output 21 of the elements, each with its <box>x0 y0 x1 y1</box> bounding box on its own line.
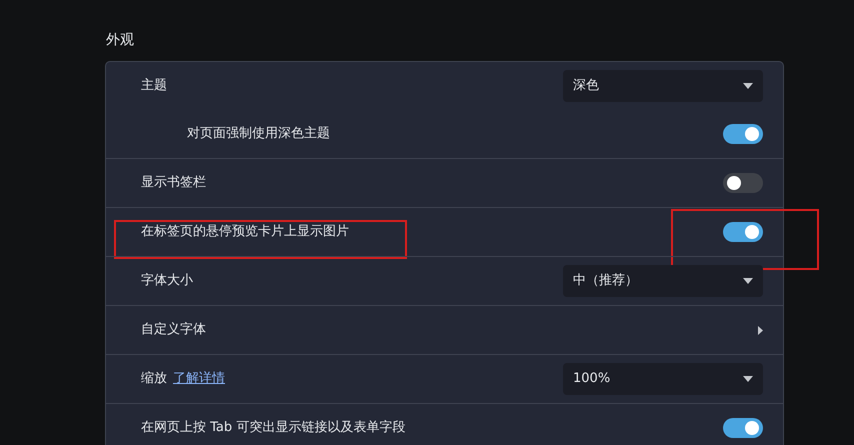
caret-icon <box>743 82 753 88</box>
setting-label: 自定义字体 <box>141 322 206 338</box>
setting-label: 字体大小 <box>141 273 193 288</box>
setting-label: 主题 <box>141 78 167 93</box>
section-title: 外观 <box>106 31 135 50</box>
setting-label: 在标签页的悬停预览卡片上显示图片 <box>141 224 349 240</box>
caret-icon <box>743 278 753 284</box>
dropdown-select[interactable]: 深色 <box>563 70 763 102</box>
toggle-switch[interactable] <box>723 418 763 438</box>
dropdown-select[interactable]: 100% <box>563 363 763 395</box>
setting-label: 显示书签栏 <box>141 175 206 190</box>
toggle-switch[interactable] <box>723 124 763 144</box>
caret-icon <box>743 376 753 382</box>
setting-label: 缩放 <box>141 371 167 386</box>
setting-label: 对页面强制使用深色主题 <box>187 126 330 141</box>
dropdown-select[interactable]: 中（推荐） <box>563 265 763 297</box>
learn-more-link[interactable]: 了解详情 <box>173 371 225 386</box>
toggle-switch[interactable] <box>723 222 763 242</box>
toggle-switch[interactable] <box>723 173 763 193</box>
setting-label: 在网页上按 Tab 可突出显示链接以及表单字段 <box>141 420 406 436</box>
chevron-right-icon[interactable] <box>758 326 763 334</box>
